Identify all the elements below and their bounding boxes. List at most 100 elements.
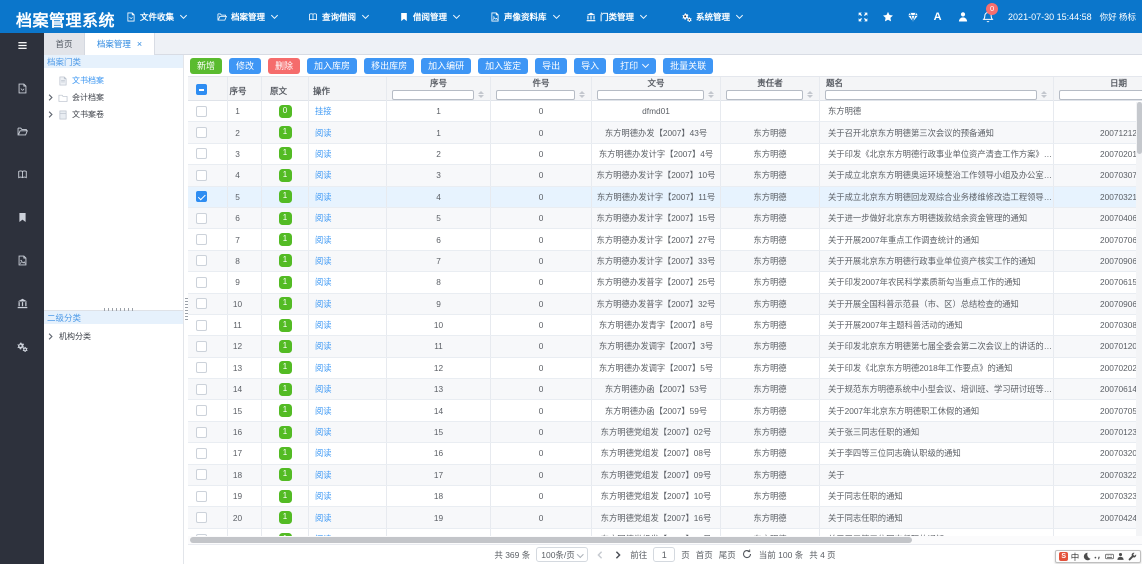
caret-right-icon[interactable] xyxy=(47,94,55,102)
row-checkbox[interactable] xyxy=(196,427,207,438)
table-row-1[interactable]: 10挂接10dfmd01东方明德 xyxy=(188,101,1142,122)
font-size-icon[interactable]: A xyxy=(931,10,944,23)
operation-link[interactable]: 阅读 xyxy=(315,340,332,352)
sidebar-book-icon[interactable] xyxy=(0,162,44,186)
row-checkbox[interactable] xyxy=(196,191,207,202)
sort-toggle-icon[interactable] xyxy=(477,91,484,98)
top-menu-item-7[interactable]: 系统管理 xyxy=(682,0,743,33)
top-menu-item-6[interactable]: 门类管理 xyxy=(586,0,647,33)
row-checkbox[interactable] xyxy=(196,298,207,309)
horizontal-scrollbar-thumb[interactable] xyxy=(190,537,912,543)
row-checkbox[interactable] xyxy=(196,469,207,480)
toolbar-button-2[interactable]: 修改 xyxy=(229,58,261,74)
operation-link[interactable]: 阅读 xyxy=(315,212,332,224)
tab-1[interactable]: 首页 xyxy=(44,33,85,55)
row-checkbox[interactable] xyxy=(196,234,207,245)
operation-link[interactable]: 挂接 xyxy=(315,105,332,117)
table-row-13[interactable]: 131阅读120东方明德办发调字【2007】5号东方明德关于印发《北京东方明德2… xyxy=(188,358,1142,379)
operation-link[interactable]: 阅读 xyxy=(315,426,332,438)
row-checkbox[interactable] xyxy=(196,405,207,416)
operation-link[interactable]: 阅读 xyxy=(315,298,332,310)
operation-link[interactable]: 阅读 xyxy=(315,383,332,395)
punctuation-icon[interactable] xyxy=(1093,552,1102,562)
row-checkbox[interactable] xyxy=(196,127,207,138)
sort-toggle-icon[interactable] xyxy=(1040,91,1047,98)
table-row-15[interactable]: 151阅读140东方明德办函【2007】59号东方明德关于2007年北京东方明德… xyxy=(188,400,1142,421)
row-checkbox[interactable] xyxy=(196,277,207,288)
filter-input-date[interactable] xyxy=(1059,90,1142,100)
star-icon[interactable] xyxy=(881,10,894,23)
table-row-9[interactable]: 91阅读80东方明德办发普字【2007】25号东方明德关于印发2007年农民科学… xyxy=(188,272,1142,293)
first-page-link[interactable]: 首页 xyxy=(696,549,713,561)
sort-toggle-icon[interactable] xyxy=(707,91,714,98)
operation-link[interactable]: 阅读 xyxy=(315,447,332,459)
row-checkbox[interactable] xyxy=(196,148,207,159)
filter-input-title[interactable] xyxy=(825,90,1037,100)
row-checkbox[interactable] xyxy=(196,448,207,459)
table-row-6[interactable]: 61阅读50东方明德办发计字【2007】15号东方明德关于进一步做好北京东方明德… xyxy=(188,208,1142,229)
vertical-scrollbar[interactable] xyxy=(1136,102,1142,544)
top-menu-item-3[interactable]: 查询借阅 xyxy=(308,0,369,33)
operation-link[interactable]: 阅读 xyxy=(315,276,332,288)
row-checkbox[interactable] xyxy=(196,106,207,117)
toolbar-button-1[interactable]: 新增 xyxy=(190,58,222,74)
next-page-button[interactable] xyxy=(612,548,624,562)
last-page-link[interactable]: 尾页 xyxy=(719,549,736,561)
table-row-4[interactable]: 41阅读30东方明德办发计字【2007】10号东方明德关于成立北京东方明德奥运环… xyxy=(188,165,1142,186)
operation-link[interactable]: 阅读 xyxy=(315,127,332,139)
table-row-5[interactable]: 51阅读40东方明德办发计字【2007】11号东方明德关于成立北京东方明德回龙观… xyxy=(188,187,1142,208)
toolbar-button-7[interactable]: 加入鉴定 xyxy=(478,58,528,74)
user-icon[interactable] xyxy=(956,10,969,23)
vertical-scrollbar-thumb[interactable] xyxy=(1137,102,1142,154)
row-checkbox[interactable] xyxy=(196,512,207,523)
table-row-14[interactable]: 141阅读130东方明德办函【2007】53号东方明德关于规范东方明德系统中小型… xyxy=(188,379,1142,400)
row-checkbox[interactable] xyxy=(196,170,207,181)
operation-link[interactable]: 阅读 xyxy=(315,512,332,524)
row-checkbox[interactable] xyxy=(196,491,207,502)
top-menu-item-4[interactable]: 借阅管理 xyxy=(399,0,460,33)
operation-link[interactable]: 阅读 xyxy=(315,319,332,331)
bell-icon[interactable]: 0 xyxy=(981,10,994,23)
tab-active-2[interactable]: 档案管理× xyxy=(85,33,155,55)
table-row-2[interactable]: 21阅读10东方明德办发【2007】43号东方明德关于召开北京东方明德第三次会议… xyxy=(188,122,1142,143)
table-row-16[interactable]: 161阅读150东方明德党组发【2007】02号东方明德关于张三同志任职的通知2… xyxy=(188,422,1142,443)
row-checkbox[interactable] xyxy=(196,384,207,395)
select-all-checkbox[interactable] xyxy=(196,84,207,95)
table-row-18[interactable]: 181阅读170东方明德党组发【2007】09号东方明德关于20070322 xyxy=(188,465,1142,486)
fullscreen-icon[interactable] xyxy=(856,10,869,23)
halfwidth-moon-icon[interactable] xyxy=(1082,552,1091,562)
refresh-icon[interactable] xyxy=(742,549,753,560)
sidebar-bank-icon[interactable] xyxy=(0,291,44,315)
toolbar-button-8[interactable]: 导出 xyxy=(535,58,567,74)
table-row-20[interactable]: 201阅读190东方明德党组发【2007】16号东方明德关于同志任职的通知200… xyxy=(188,507,1142,528)
operation-link[interactable]: 阅读 xyxy=(315,169,332,181)
sogou-logo-icon[interactable]: S xyxy=(1059,552,1068,562)
operation-link[interactable]: 阅读 xyxy=(315,255,332,267)
sidebar-menu-toggle-icon[interactable] xyxy=(0,33,44,57)
tab-close-icon[interactable]: × xyxy=(137,40,142,49)
toolbar-button-6[interactable]: 加入编研 xyxy=(421,58,471,74)
toolbar-button-9[interactable]: 导入 xyxy=(574,58,606,74)
sidebar-folder-open-icon[interactable] xyxy=(0,119,44,143)
toolbar-button-5[interactable]: 移出库房 xyxy=(364,58,414,74)
row-checkbox[interactable] xyxy=(196,362,207,373)
operation-link[interactable]: 阅读 xyxy=(315,234,332,246)
sidebar-gears-icon[interactable] xyxy=(0,334,44,358)
row-checkbox[interactable] xyxy=(196,255,207,266)
top-menu-item-1[interactable]: 文件收集 xyxy=(126,0,187,33)
operation-link[interactable]: 阅读 xyxy=(315,148,332,160)
sort-toggle-icon[interactable] xyxy=(806,91,813,98)
top-menu-item-2[interactable]: 档案管理 xyxy=(217,0,278,33)
sidebar-media-file-icon[interactable] xyxy=(0,248,44,272)
sidebar-bookmark-icon[interactable] xyxy=(0,205,44,229)
sidebar-doc-file-icon[interactable] xyxy=(0,76,44,100)
toolbar-button-4[interactable]: 加入库房 xyxy=(307,58,357,74)
caret-right-icon[interactable] xyxy=(47,333,55,341)
sort-toggle-icon[interactable] xyxy=(578,91,585,98)
operation-link[interactable]: 阅读 xyxy=(315,469,332,481)
table-row-11[interactable]: 111阅读100东方明德办发青字【2007】8号东方明德关于开展2007年主题科… xyxy=(188,315,1142,336)
table-row-19[interactable]: 191阅读180东方明德党组发【2007】10号东方明德关于同志任职的通知200… xyxy=(188,486,1142,507)
table-row-10[interactable]: 101阅读90东方明德办发普字【2007】32号东方明德关于开展全国科普示范县（… xyxy=(188,294,1142,315)
table-row-12[interactable]: 121阅读110东方明德办发调字【2007】3号东方明德关于印发北京东方明德第七… xyxy=(188,336,1142,357)
prev-page-button[interactable] xyxy=(594,548,606,562)
